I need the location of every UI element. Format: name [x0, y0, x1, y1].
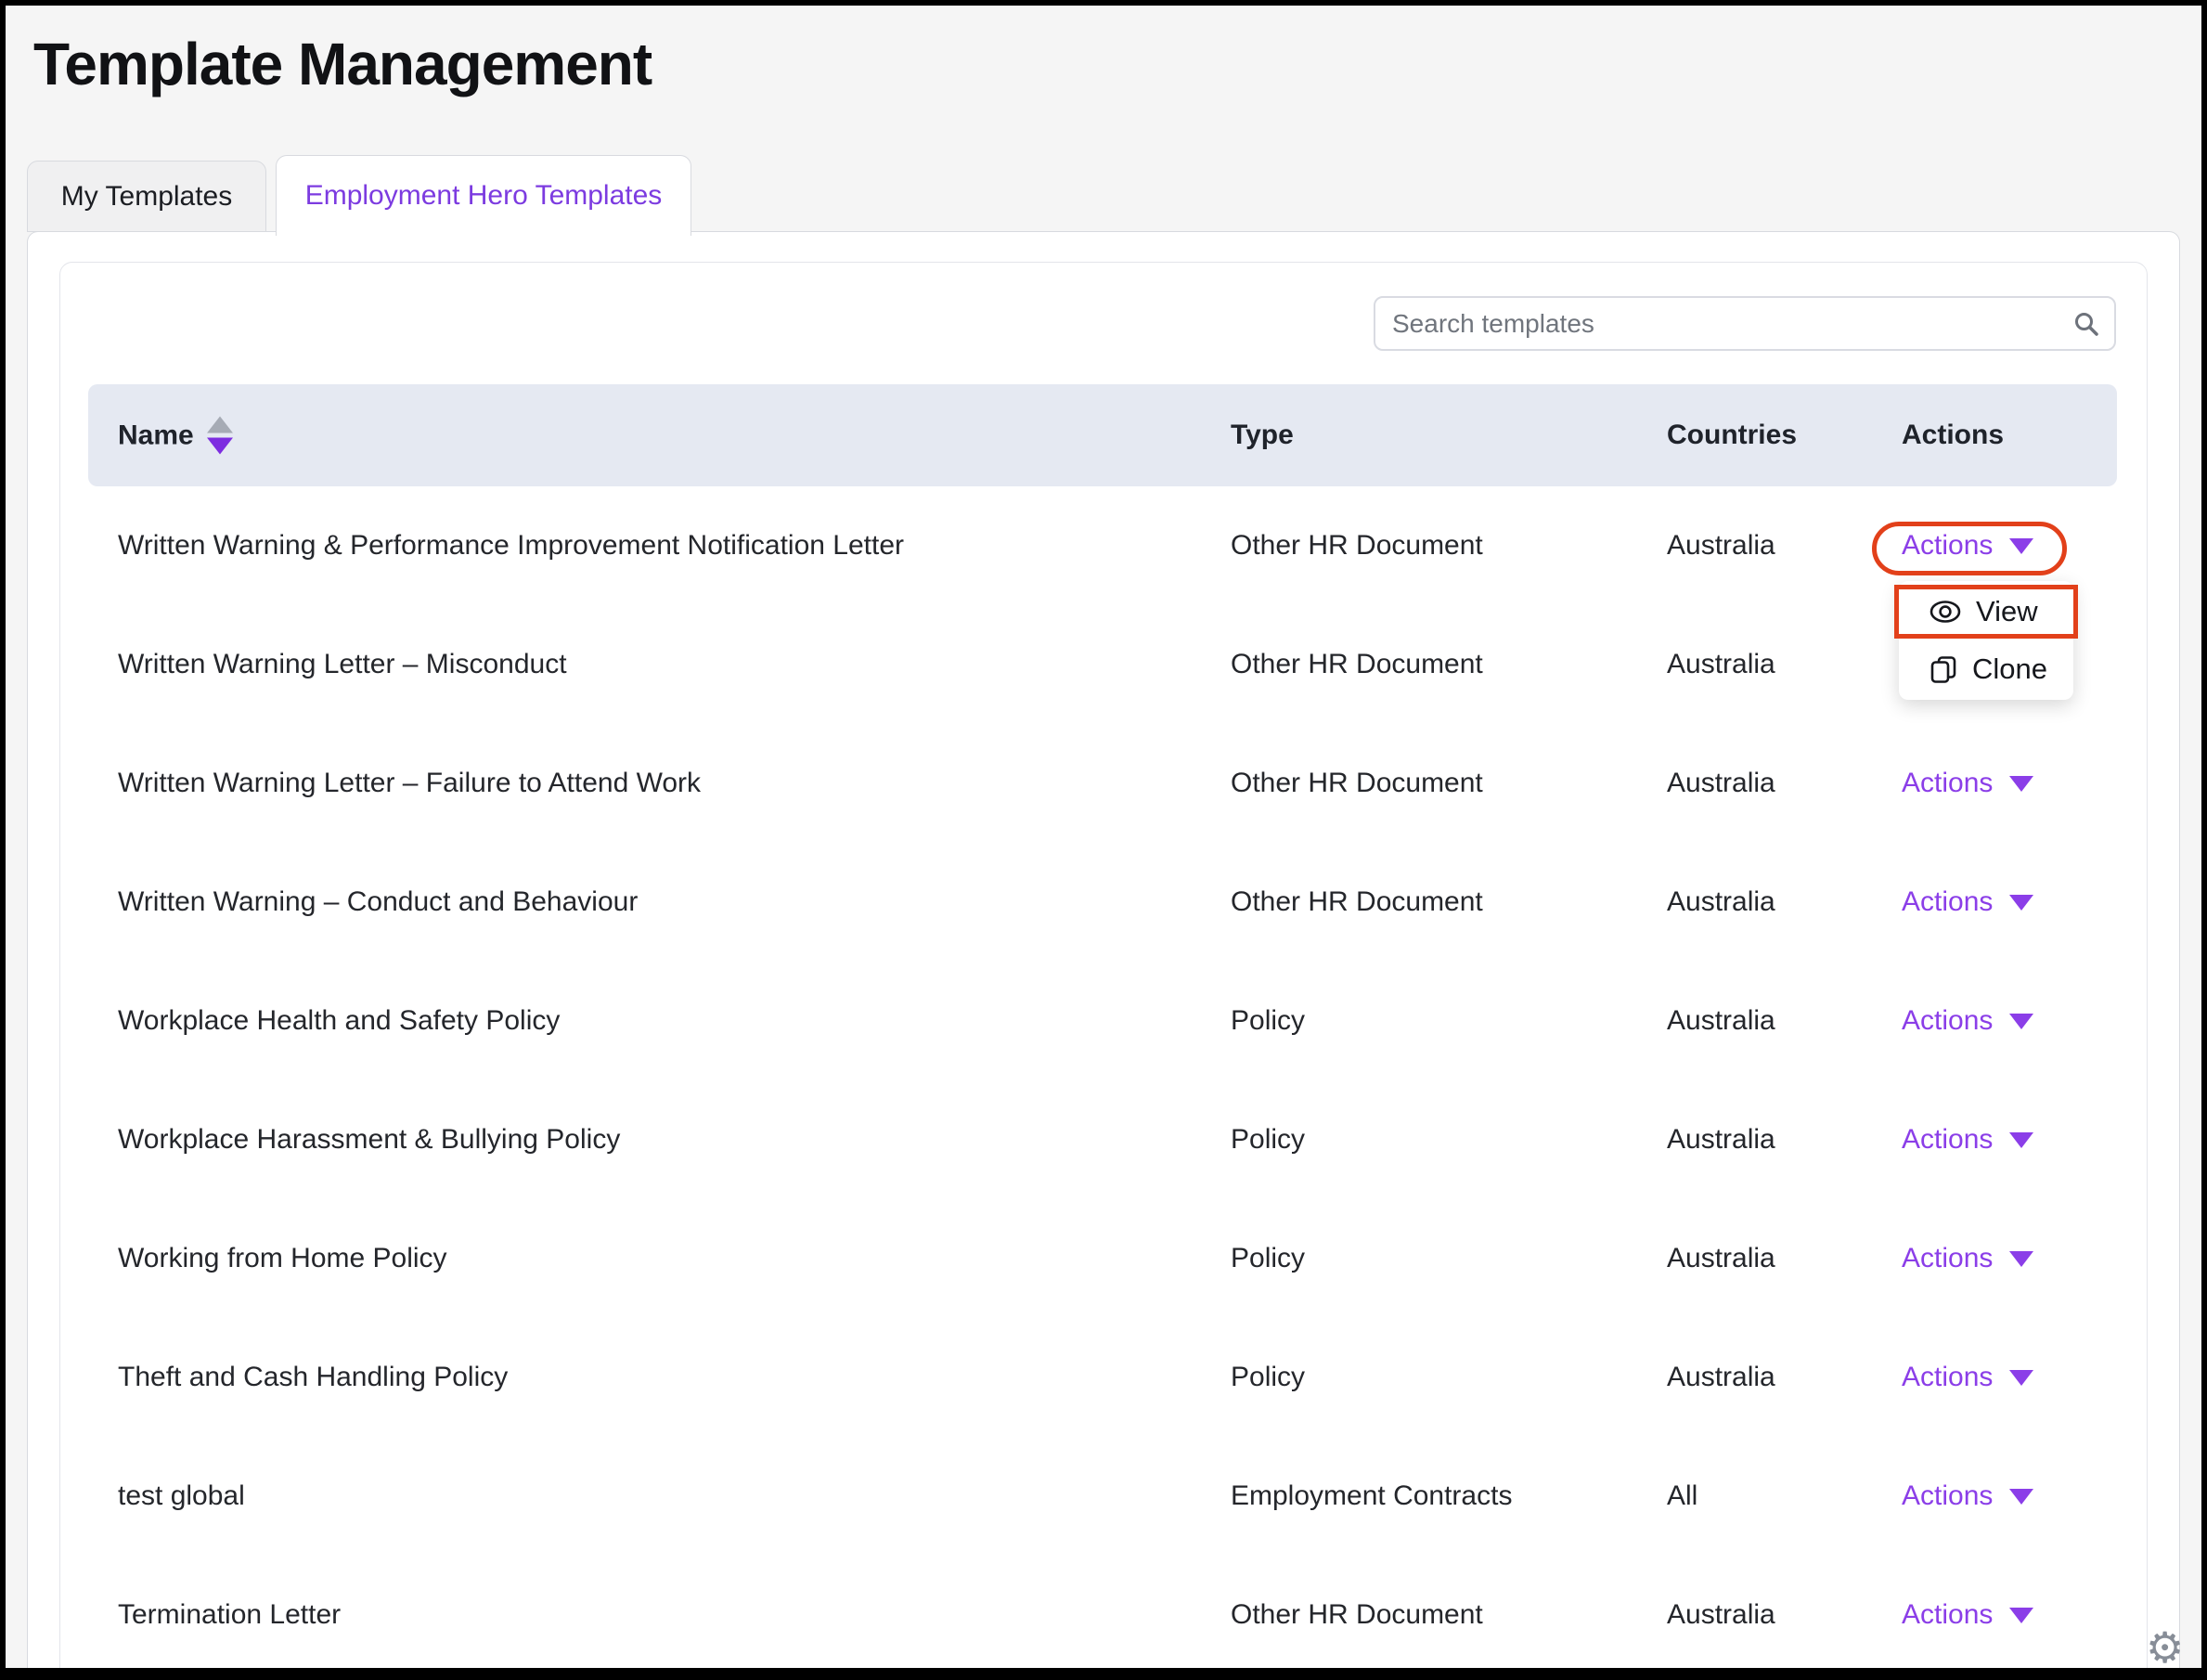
actions-button[interactable]: Actions — [1902, 768, 2033, 799]
column-header-name[interactable]: Name — [118, 417, 233, 455]
table-row: Theft and Cash Handling Policy Policy Au… — [88, 1318, 2117, 1437]
actions-label: Actions — [1902, 1362, 1993, 1393]
caret-down-icon — [2009, 1251, 2033, 1267]
tab-employment-hero-templates[interactable]: Employment Hero Templates — [276, 155, 691, 236]
actions-label: Actions — [1902, 530, 1993, 562]
gear-icon[interactable]: ⚙ — [2146, 1622, 2184, 1673]
actions-label: Actions — [1902, 1599, 1993, 1631]
column-header-type: Type — [1231, 420, 1294, 451]
template-name: Working from Home Policy — [118, 1243, 447, 1274]
template-countries: Australia — [1667, 1243, 1775, 1274]
template-countries: Australia — [1667, 1599, 1775, 1631]
actions-label: Actions — [1902, 1124, 1993, 1156]
template-type: Policy — [1231, 1362, 1305, 1393]
caret-down-icon — [2009, 895, 2033, 911]
template-name: Written Warning Letter – Misconduct — [118, 649, 567, 680]
table-row: Workplace Harassment & Bullying Policy P… — [88, 1080, 2117, 1199]
caret-down-icon — [2009, 538, 2033, 554]
template-name: Written Warning – Conduct and Behaviour — [118, 886, 638, 918]
template-name: Termination Letter — [118, 1599, 341, 1631]
template-name: Theft and Cash Handling Policy — [118, 1362, 508, 1393]
tab-my-templates[interactable]: My Templates — [27, 161, 266, 232]
template-type: Other HR Document — [1231, 886, 1483, 918]
menu-item-clone[interactable]: Clone — [1899, 640, 2073, 698]
template-name: Workplace Health and Safety Policy — [118, 1005, 560, 1037]
table-row: Termination Letter Other HR Document Aus… — [88, 1556, 2117, 1674]
column-header-countries: Countries — [1667, 420, 1797, 451]
caret-down-icon — [2009, 1370, 2033, 1386]
table-header: Name Type Countries Actions — [88, 384, 2117, 486]
actions-button[interactable]: Actions — [1902, 1243, 2033, 1274]
actions-button[interactable]: Actions — [1902, 1124, 2033, 1156]
caret-down-icon — [2009, 1132, 2033, 1148]
template-type: Other HR Document — [1231, 1599, 1483, 1631]
caret-down-icon — [2009, 1489, 2033, 1505]
template-type: Other HR Document — [1231, 649, 1483, 680]
actions-button[interactable]: Actions — [1902, 1480, 2033, 1512]
actions-label: Actions — [1902, 1005, 1993, 1037]
table-row: Written Warning – Conduct and Behaviour … — [88, 843, 2117, 962]
page-title: Template Management — [33, 30, 652, 98]
caret-down-icon — [2009, 1014, 2033, 1029]
menu-item-label: Clone — [1972, 653, 2047, 686]
actions-label: Actions — [1902, 1243, 1993, 1274]
template-countries: Australia — [1667, 886, 1775, 918]
template-type: Policy — [1231, 1124, 1305, 1156]
search-icon — [2073, 311, 2099, 337]
tab-label: Employment Hero Templates — [305, 180, 663, 212]
clone-icon — [1929, 654, 1958, 684]
actions-button[interactable]: Actions — [1902, 1005, 2033, 1037]
sort-up-icon[interactable] — [207, 417, 233, 433]
column-header-label: Name — [118, 420, 194, 451]
sort-icons[interactable] — [207, 417, 233, 455]
template-type: Policy — [1231, 1005, 1305, 1037]
table-row: Written Warning Letter – Failure to Atte… — [88, 724, 2117, 843]
template-countries: Australia — [1667, 649, 1775, 680]
template-name: Written Warning Letter – Failure to Atte… — [118, 768, 701, 799]
template-name: Written Warning & Performance Improvemen… — [118, 530, 904, 562]
caret-down-icon — [2009, 776, 2033, 792]
table-row: Workplace Health and Safety Policy Polic… — [88, 962, 2117, 1080]
table-row: test global Employment Contracts All Act… — [88, 1437, 2117, 1556]
sort-down-icon[interactable] — [207, 438, 233, 455]
column-header-actions: Actions — [1902, 420, 2004, 451]
template-type: Employment Contracts — [1231, 1480, 1512, 1512]
template-countries: Australia — [1667, 1362, 1775, 1393]
screenshot-frame: Template Management My Templates Employm… — [0, 0, 2207, 1680]
menu-item-view[interactable]: View — [1899, 583, 2073, 640]
caret-down-icon — [2009, 1608, 2033, 1623]
actions-button[interactable]: Actions — [1902, 530, 2033, 562]
table-row: Working from Home Policy Policy Australi… — [88, 1199, 2117, 1318]
search-box[interactable] — [1374, 296, 2116, 351]
actions-label: Actions — [1902, 768, 1993, 799]
table-row: Written Warning Letter – Misconduct Othe… — [88, 605, 2117, 724]
table-row: Written Warning & Performance Improvemen… — [88, 486, 2117, 605]
template-type: Other HR Document — [1231, 530, 1483, 562]
actions-label: Actions — [1902, 1480, 1993, 1512]
template-countries: Australia — [1667, 1005, 1775, 1037]
actions-button[interactable]: Actions — [1902, 1362, 2033, 1393]
template-type: Policy — [1231, 1243, 1305, 1274]
template-name: Workplace Harassment & Bullying Policy — [118, 1124, 620, 1156]
template-name: test global — [118, 1480, 245, 1512]
actions-button[interactable]: Actions — [1902, 886, 2033, 918]
template-countries: Australia — [1667, 768, 1775, 799]
menu-item-label: View — [1976, 595, 2038, 628]
actions-label: Actions — [1902, 886, 1993, 918]
actions-dropdown: View Clone — [1899, 581, 2073, 700]
template-countries: All — [1667, 1480, 1697, 1512]
eye-icon — [1929, 600, 1962, 624]
template-type: Other HR Document — [1231, 768, 1483, 799]
search-input[interactable] — [1375, 309, 2073, 339]
tab-label: My Templates — [61, 181, 233, 213]
template-countries: Australia — [1667, 530, 1775, 562]
template-countries: Australia — [1667, 1124, 1775, 1156]
actions-button[interactable]: Actions — [1902, 1599, 2033, 1631]
